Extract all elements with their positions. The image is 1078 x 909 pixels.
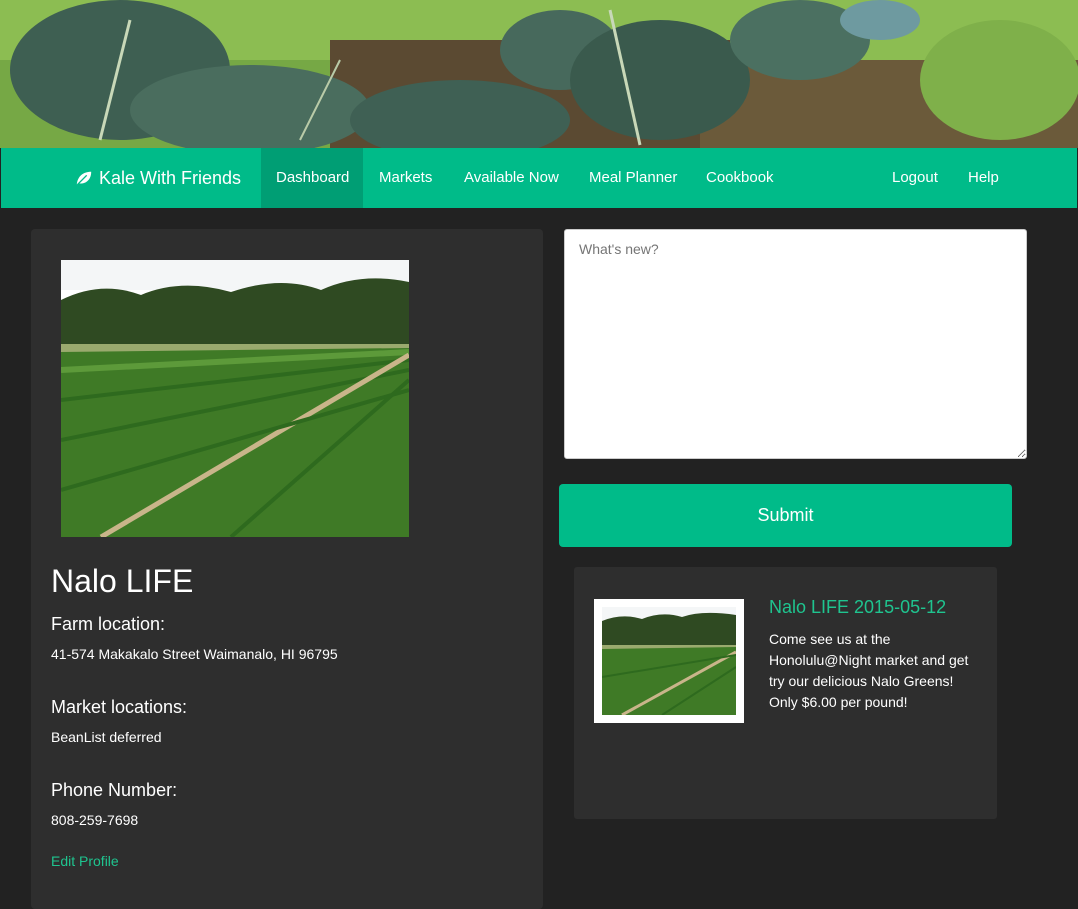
nav-dashboard[interactable]: Dashboard <box>261 148 363 208</box>
submit-button[interactable]: Submit <box>559 484 1012 547</box>
nav-logout[interactable]: Logout <box>877 148 953 208</box>
farm-name: Nalo LIFE <box>51 563 194 599</box>
hero-banner-image <box>0 0 1078 148</box>
phone-value: 808-259-7698 <box>51 812 139 828</box>
post-body: Come see us at the Honolulu@Night market… <box>769 631 969 710</box>
nav-help[interactable]: Help <box>953 148 1014 208</box>
phone-label: Phone Number: <box>51 780 178 800</box>
profile-panel: Nalo LIFE Farm location: 41-574 Makakalo… <box>31 229 543 909</box>
post-card: Nalo LIFE 2015-05-12 Come see us at the … <box>574 567 997 819</box>
leaf-icon <box>76 171 92 185</box>
brand-name: Kale With Friends <box>99 168 242 188</box>
edit-profile-link[interactable]: Edit Profile <box>51 853 119 869</box>
top-navbar: Kale With Friends Dashboard Markets Avai… <box>1 148 1077 208</box>
farm-location-value: 41-574 Makakalo Street Waimanalo, HI 967… <box>51 646 338 662</box>
nav-cookbook[interactable]: Cookbook <box>691 148 789 208</box>
market-locations-label: Market locations: <box>51 697 188 717</box>
market-locations-value: BeanList deferred <box>51 729 162 745</box>
post-thumbnail <box>594 599 744 723</box>
nav-meal-planner[interactable]: Meal Planner <box>574 148 692 208</box>
farm-photo <box>61 260 409 537</box>
status-textarea[interactable] <box>564 229 1027 459</box>
nav-available-now[interactable]: Available Now <box>449 148 574 208</box>
post-title[interactable]: Nalo LIFE 2015-05-12 <box>769 597 946 618</box>
brand-link[interactable]: Kale With Friends <box>75 148 241 208</box>
farm-location-label: Farm location: <box>51 614 166 634</box>
nav-markets[interactable]: Markets <box>364 148 447 208</box>
